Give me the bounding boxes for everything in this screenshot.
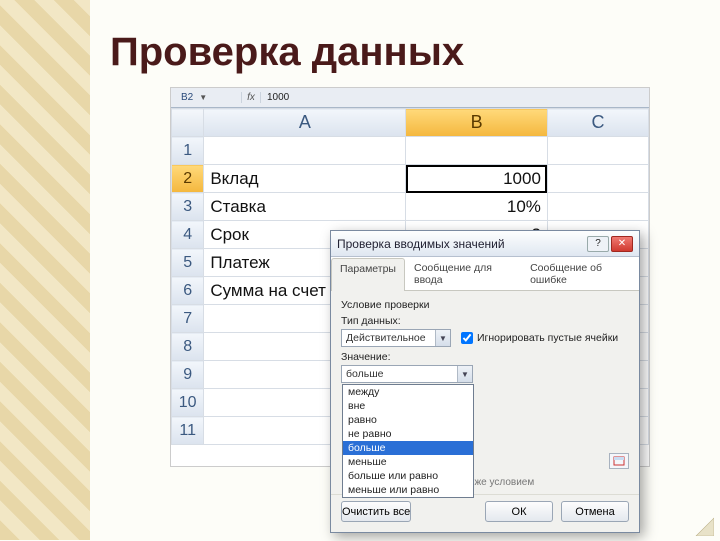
dropdown-option[interactable]: не равно	[343, 427, 473, 441]
dropdown-option[interactable]: больше или равно	[343, 469, 473, 483]
dropdown-option[interactable]: вне	[343, 399, 473, 413]
clear-all-button[interactable]: Очистить все	[341, 501, 411, 522]
value-combo-value: больше	[342, 368, 457, 380]
dropdown-option[interactable]: равно	[343, 413, 473, 427]
ignore-blank-checkbox[interactable]: Игнорировать пустые ячейки	[461, 332, 618, 344]
row-header[interactable]: 7	[172, 305, 204, 333]
formula-input[interactable]: 1000	[261, 92, 649, 103]
chevron-down-icon: ▼	[199, 93, 207, 102]
cell[interactable]: Ставка	[204, 193, 406, 221]
dialog-body: Условие проверки Тип данных: Действитель…	[331, 291, 639, 494]
dropdown-option[interactable]: меньше или равно	[343, 483, 473, 497]
row-header[interactable]: 11	[172, 417, 204, 445]
cancel-button[interactable]: Отмена	[561, 501, 629, 522]
formula-bar: B2 ▼ fx 1000	[171, 88, 649, 108]
value-label: Значение:	[341, 351, 629, 363]
ignore-blank-input[interactable]	[461, 332, 473, 344]
column-header-b[interactable]: B	[406, 109, 547, 137]
row-header[interactable]: 1	[172, 137, 204, 165]
dropdown-option[interactable]: меньше	[343, 455, 473, 469]
fx-icon[interactable]: fx	[241, 92, 261, 103]
ok-button[interactable]: ОК	[485, 501, 553, 522]
chevron-down-icon[interactable]: ▼	[457, 366, 472, 382]
row-header[interactable]: 2	[172, 165, 204, 193]
dialog-title-text: Проверка вводимых значений	[337, 237, 585, 251]
grid-icon	[613, 456, 625, 466]
select-all-corner[interactable]	[172, 109, 204, 137]
name-box[interactable]: B2 ▼	[171, 92, 241, 103]
cell[interactable]	[204, 137, 406, 165]
tab-error-alert[interactable]: Сообщение об ошибке	[521, 257, 639, 290]
row-header[interactable]: 10	[172, 389, 204, 417]
chevron-down-icon[interactable]: ▼	[435, 330, 450, 346]
name-box-ref: B2	[181, 92, 193, 103]
page-title: Проверка данных	[110, 30, 680, 75]
cell[interactable]: 10%	[406, 193, 547, 221]
cell[interactable]	[547, 137, 648, 165]
value-dropdown-list: междувнеравноне равнобольшеменьшебольше …	[342, 384, 474, 498]
row-header[interactable]: 3	[172, 193, 204, 221]
dialog-tabs: Параметры Сообщение для ввода Сообщение …	[331, 257, 639, 291]
dropdown-option[interactable]: между	[343, 385, 473, 399]
help-button[interactable]: ?	[587, 236, 609, 252]
row-header[interactable]: 9	[172, 361, 204, 389]
close-icon: ✕	[618, 238, 626, 249]
tab-parameters[interactable]: Параметры	[331, 258, 405, 291]
data-type-label: Тип данных:	[341, 315, 629, 327]
value-combo[interactable]: больше ▼ междувнеравноне равнобольшемень…	[341, 365, 473, 383]
data-validation-dialog: Проверка вводимых значений ? ✕ Параметры…	[330, 230, 640, 533]
column-header-c[interactable]: C	[547, 109, 648, 137]
close-button[interactable]: ✕	[611, 236, 633, 252]
page-curl-icon	[692, 514, 714, 536]
data-type-value: Действительное	[342, 332, 435, 344]
row-header[interactable]: 4	[172, 221, 204, 249]
dropdown-option[interactable]: больше	[343, 441, 473, 455]
dialog-titlebar[interactable]: Проверка вводимых значений ? ✕	[331, 231, 639, 257]
row-header[interactable]: 6	[172, 277, 204, 305]
range-selector-button[interactable]	[609, 453, 629, 469]
cell[interactable]	[406, 137, 547, 165]
cell[interactable]	[547, 165, 648, 193]
row-header[interactable]: 5	[172, 249, 204, 277]
ignore-blank-label: Игнорировать пустые ячейки	[477, 332, 618, 344]
data-type-combo[interactable]: Действительное ▼	[341, 329, 451, 347]
question-icon: ?	[595, 238, 601, 249]
cell[interactable]	[547, 193, 648, 221]
dialog-footer: Очистить все ОК Отмена	[331, 494, 639, 532]
cell[interactable]: 1000	[406, 165, 547, 193]
cell[interactable]: Вклад	[204, 165, 406, 193]
row-header[interactable]: 8	[172, 333, 204, 361]
column-header-a[interactable]: A	[204, 109, 406, 137]
tab-input-message[interactable]: Сообщение для ввода	[405, 257, 521, 290]
validation-condition-label: Условие проверки	[341, 299, 629, 311]
